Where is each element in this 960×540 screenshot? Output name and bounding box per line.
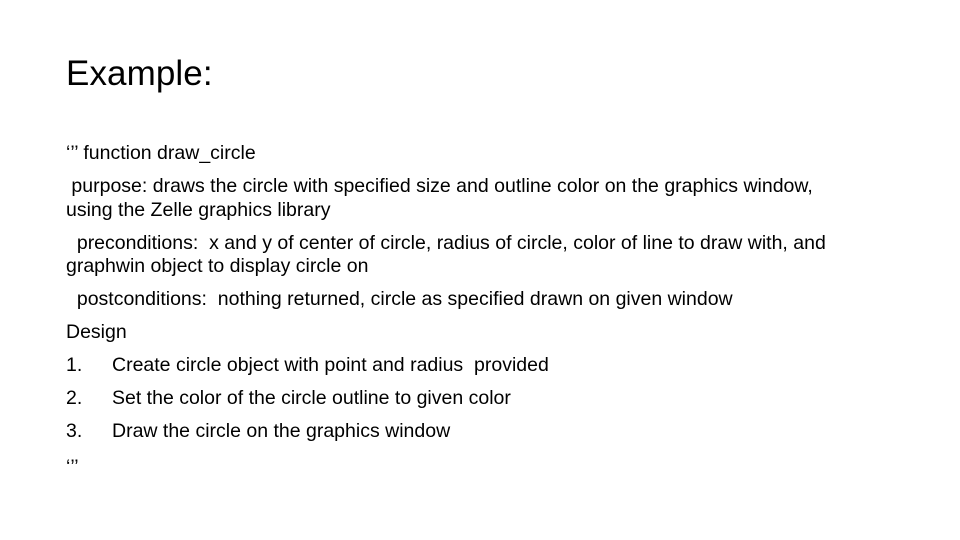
design-heading: Design	[66, 321, 127, 343]
list-item-marker: 2.	[66, 387, 83, 409]
list-item-marker: 3.	[66, 420, 83, 442]
docstring-open-line: ‘’’ function draw_circle	[66, 142, 256, 164]
preconditions-paragraph: preconditions: x and y of center of circ…	[66, 231, 832, 278]
list-item: 3. Draw the circle on the graphics windo…	[66, 420, 856, 444]
list-item-label: Create circle object with point and radi…	[112, 354, 549, 376]
postconditions-paragraph: postconditions: nothing returned, circle…	[66, 288, 733, 310]
purpose-paragraph: purpose: draws the circle with specified…	[66, 175, 819, 221]
slide-canvas: Example: ‘’’ function draw_circle purpos…	[0, 0, 960, 540]
page-title: Example:	[66, 54, 213, 93]
slide-body: ‘’’ function draw_circle purpose: draws …	[66, 142, 856, 453]
list-item-marker: 1.	[66, 354, 83, 376]
list-item-label: Draw the circle on the graphics window	[112, 420, 451, 442]
docstring-close-line: ‘’’	[66, 456, 79, 470]
list-item-label: Set the color of the circle outline to g…	[112, 387, 511, 409]
list-item: 2. Set the color of the circle outline t…	[66, 387, 856, 411]
list-item: 1. Create circle object with point and r…	[66, 354, 856, 378]
